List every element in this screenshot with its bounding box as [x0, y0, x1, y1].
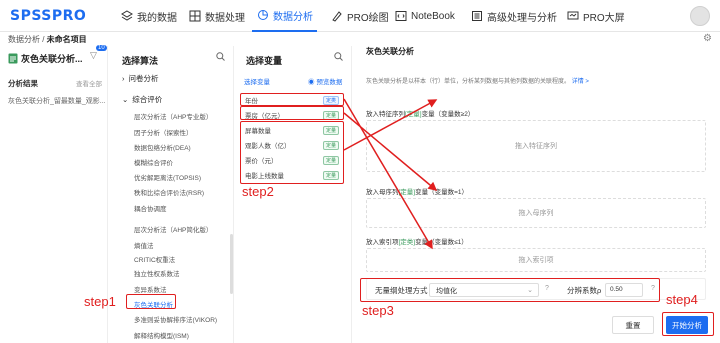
- breadcrumb-sep: /: [40, 35, 47, 44]
- logo: SPSSPRO: [10, 8, 87, 24]
- annotation-box-step4: [662, 312, 714, 336]
- results-label: 分析结果: [8, 79, 38, 88]
- filter-badge: 10: [96, 45, 107, 51]
- analysis-title: 灰色关联分析: [366, 47, 414, 56]
- group-label: 问卷分析: [128, 74, 159, 83]
- alg-item[interactable]: 耦合协调度: [134, 203, 167, 213]
- nav-data-processing[interactable]: 数据处理: [184, 0, 249, 32]
- chevron-right-icon: ›: [122, 74, 125, 83]
- nav-notebook[interactable]: NoteBook: [390, 0, 459, 32]
- label-tag: [定量]: [398, 189, 416, 196]
- feature-sequence-label: 放入特征序列[定量]变量（变量数≥2）: [366, 108, 474, 118]
- alg-item[interactable]: CRITIC权重法: [134, 254, 175, 264]
- annotation-step4: step4: [666, 292, 698, 307]
- alg-item[interactable]: 模糊综合评价: [134, 157, 173, 167]
- alg-item[interactable]: 多准则妥协解排序法(VIKOR): [134, 314, 217, 324]
- reset-button[interactable]: 重置: [612, 316, 654, 334]
- brush-icon: [330, 10, 343, 23]
- tab-select-variable[interactable]: 选择变量: [244, 76, 270, 86]
- nav-label: NoteBook: [411, 10, 455, 22]
- layers-icon: [120, 10, 133, 23]
- nav-advanced[interactable]: 高级处理与分析: [466, 0, 561, 32]
- alg-item[interactable]: 熵值法: [134, 240, 154, 250]
- preview-data-link[interactable]: ◉ 预览数据: [308, 76, 342, 86]
- label-post: 变量（变量数≥2）: [421, 111, 475, 118]
- label-post: 变量（变量数≤1）: [415, 239, 468, 246]
- alg-item[interactable]: 数据包络分析(DEA): [134, 142, 191, 152]
- scrollbar[interactable]: [230, 234, 233, 294]
- nav-label: 数据处理: [205, 12, 245, 24]
- dropzone-placeholder: 拖入特征序列: [515, 143, 557, 150]
- alg-item[interactable]: 因子分析（探索性）: [134, 127, 193, 137]
- project-title: 灰色关联分析...: [8, 52, 83, 65]
- chevron-down-icon: ⌄: [122, 95, 129, 104]
- breadcrumb-current: 未命名项目: [46, 35, 87, 44]
- dropzone-placeholder: 拖入母序列: [518, 210, 554, 217]
- alg-item[interactable]: 变异系数法: [134, 284, 167, 294]
- annotation-box-step1: [126, 294, 176, 309]
- nav-pro-screen[interactable]: PRO大屏: [562, 0, 629, 32]
- feature-sequence-dropzone[interactable]: 拖入特征序列: [366, 120, 706, 172]
- label-post: 变量（变量数=1）: [415, 189, 469, 196]
- breadcrumb: 数据分析 / 未命名项目: [8, 34, 87, 45]
- annotation-step2: step2: [242, 184, 274, 199]
- project-title-label: 灰色关联分析...: [21, 54, 83, 64]
- index-item-dropzone[interactable]: 拖入索引项: [366, 248, 706, 272]
- alg-item[interactable]: 层次分析法（AHP简化版）: [134, 224, 212, 234]
- nav-label: 数据分析: [273, 11, 313, 23]
- search-icon[interactable]: [334, 52, 343, 63]
- alg-item[interactable]: 独立性权系数法: [134, 268, 180, 278]
- annotation-box-features: [240, 121, 344, 184]
- nav-label: 我的数据: [137, 12, 177, 24]
- monitor-icon: [566, 10, 579, 23]
- nav-label: PRO大屏: [583, 12, 625, 24]
- index-item-label: 放入索引项[定类]变量（变量数≤1）: [366, 236, 468, 246]
- top-navbar: SPSSPRO 我的数据 数据处理 数据分析 PRO绘图 NoteBook 高级…: [0, 0, 720, 32]
- label-tag: [定量]: [405, 111, 422, 118]
- group-label: 综合评价: [132, 95, 163, 104]
- alg-item[interactable]: 秩和比综合评价法(RSR): [134, 187, 204, 197]
- see-all-link[interactable]: 查看全部: [76, 78, 102, 88]
- stack-icon: [470, 10, 483, 23]
- preview-label: 预览数据: [316, 79, 343, 86]
- nav-data-analysis[interactable]: 数据分析: [252, 0, 317, 32]
- code-icon: [394, 10, 407, 23]
- alg-item[interactable]: 优劣解距离法(TOPSIS): [134, 172, 201, 182]
- label-pre: 放入母序列: [366, 189, 399, 196]
- pie-chart-icon: [256, 9, 269, 22]
- label-tag: [定类]: [398, 239, 416, 246]
- algorithm-panel-title: 选择算法: [122, 56, 159, 66]
- gear-icon[interactable]: ⚙: [703, 33, 712, 44]
- annotation-step1: step1: [84, 294, 116, 309]
- avatar[interactable]: [690, 6, 710, 26]
- group-questionnaire[interactable]: › 问卷分析: [122, 73, 159, 84]
- description-text: 灰色关联分析是以样本（行）单位，分析某列数据与其他列数据的关联程度。: [366, 79, 571, 85]
- grid-icon: [188, 10, 201, 23]
- annotation-box-step3: [360, 278, 660, 302]
- nav-my-data[interactable]: 我的数据: [116, 0, 181, 32]
- parent-sequence-dropzone[interactable]: 拖入母序列: [366, 198, 706, 228]
- dropzone-placeholder: 拖入索引项: [518, 257, 554, 264]
- variable-panel-title: 选择变量: [246, 56, 283, 66]
- label-pre: 放入索引项: [366, 239, 399, 246]
- result-item[interactable]: 灰色关联分析_留最数量_观影...: [8, 96, 106, 106]
- app-root: SPSSPRO 我的数据 数据处理 数据分析 PRO绘图 NoteBook 高级…: [0, 0, 720, 343]
- nav-label: 高级处理与分析: [487, 12, 557, 24]
- file-icon: [8, 53, 18, 64]
- alg-item[interactable]: 层次分析法（AHP专业版）: [134, 111, 212, 121]
- detail-link[interactable]: 详情 >: [572, 79, 589, 85]
- breadcrumb-root[interactable]: 数据分析: [8, 35, 40, 44]
- group-comprehensive[interactable]: ⌄ 综合评价: [122, 94, 162, 105]
- filter-icon[interactable]: ▽ 10: [90, 45, 107, 61]
- analysis-description: 灰色关联分析是以样本（行）单位，分析某列数据与其他列数据的关联程度。 详情 >: [366, 76, 589, 85]
- annotation-step3: step3: [362, 303, 394, 318]
- search-icon[interactable]: [216, 52, 225, 63]
- nav-pro-plot[interactable]: PRO绘图: [326, 0, 393, 32]
- alg-item[interactable]: 解释结构模型(ISM): [134, 330, 189, 340]
- nav-label: PRO绘图: [347, 12, 389, 24]
- parent-sequence-label: 放入母序列[定量]变量（变量数=1）: [366, 186, 468, 196]
- annotation-box-year: [240, 93, 344, 106]
- label-pre: 放入特征序列: [366, 111, 405, 118]
- annotation-box-boxoffice: [240, 106, 344, 120]
